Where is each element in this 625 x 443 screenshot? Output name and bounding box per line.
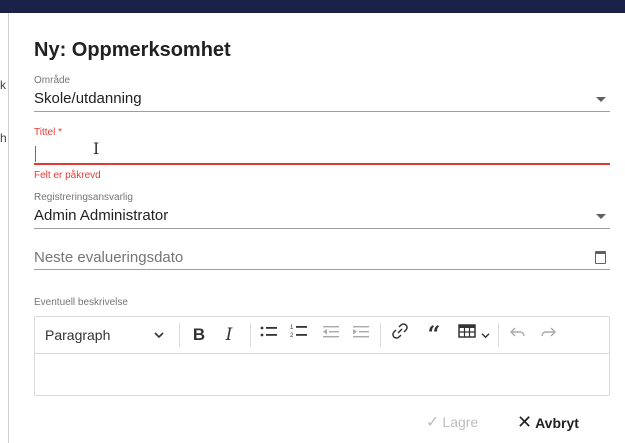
indent-icon[interactable] xyxy=(349,317,373,353)
dialog-title: Ny: Oppmerksomhet xyxy=(34,39,231,61)
close-icon: ✕ xyxy=(517,412,533,432)
area-label: Område xyxy=(34,75,71,86)
outdent-icon[interactable] xyxy=(319,317,343,353)
italic-icon[interactable]: I xyxy=(217,317,241,353)
area-underline xyxy=(34,111,610,112)
cancel-label: Avbryt xyxy=(535,415,579,431)
link-icon[interactable] xyxy=(388,317,412,353)
toolbar-divider xyxy=(250,323,251,347)
editor-toolbar: Paragraph B I 12 “ xyxy=(35,317,609,354)
undo-icon[interactable] xyxy=(506,317,530,353)
responsible-label: Registreringsansvarlig xyxy=(34,192,133,203)
background-text-fragment: k xyxy=(0,78,6,92)
title-field-label: Tittel * xyxy=(34,127,62,138)
editor-content-area[interactable] xyxy=(35,354,609,395)
title-underline xyxy=(34,163,610,165)
chevron-down-icon[interactable] xyxy=(596,214,606,219)
numbered-list-icon[interactable]: 12 xyxy=(287,317,311,353)
bulleted-list-icon[interactable] xyxy=(257,317,281,353)
chevron-down-icon[interactable] xyxy=(479,317,491,353)
chevron-down-icon[interactable] xyxy=(149,317,169,353)
bold-icon[interactable]: B xyxy=(187,317,211,353)
rich-text-editor: Paragraph B I 12 “ xyxy=(34,316,610,396)
next-evaluation-date-input[interactable]: Neste evalueringsdato xyxy=(34,249,183,266)
title-input[interactable] xyxy=(34,141,610,165)
blockquote-icon[interactable]: “ xyxy=(422,317,446,353)
paragraph-label: Paragraph xyxy=(45,327,111,343)
chevron-down-icon[interactable] xyxy=(596,97,606,102)
app-top-bar xyxy=(0,0,625,13)
toolbar-divider xyxy=(498,323,499,347)
table-icon[interactable] xyxy=(455,317,479,353)
redo-icon[interactable] xyxy=(536,317,560,353)
svg-text:1: 1 xyxy=(290,325,294,331)
check-icon: ✓ xyxy=(426,414,440,431)
new-attention-dialog: Ny: Oppmerksomhet Område Skole/utdanning… xyxy=(9,13,625,443)
responsible-underline xyxy=(34,228,610,229)
background-text-fragment: h xyxy=(0,131,7,145)
area-select[interactable]: Skole/utdanning xyxy=(34,90,142,107)
description-label: Eventuell beskrivelse xyxy=(34,297,128,308)
svg-text:2: 2 xyxy=(290,333,294,339)
save-label: Lagre xyxy=(442,414,479,430)
save-button[interactable]: ✓ Lagre xyxy=(426,412,478,432)
toolbar-divider xyxy=(179,323,180,347)
paragraph-format-dropdown[interactable]: Paragraph xyxy=(45,317,165,353)
toolbar-divider xyxy=(380,323,381,347)
next-evaluation-underline xyxy=(34,269,610,270)
responsible-select[interactable]: Admin Administrator xyxy=(34,207,168,224)
calendar-icon[interactable] xyxy=(595,251,606,264)
title-error-message: Felt er påkrevd xyxy=(34,170,101,181)
cancel-button[interactable]: ✕ Avbryt xyxy=(517,412,579,433)
